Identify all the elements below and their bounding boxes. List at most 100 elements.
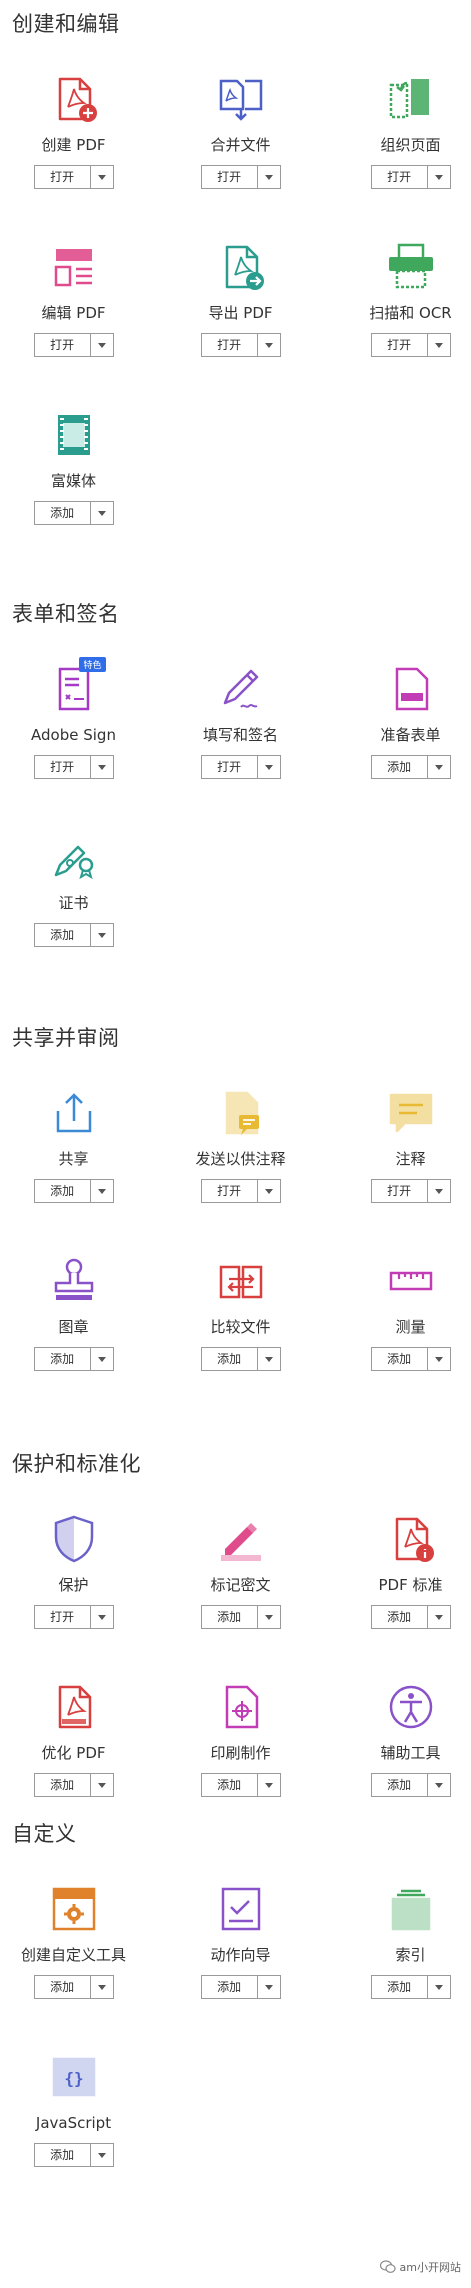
tool-card[interactable]: 编辑 PDF 打开 [0,241,152,357]
rich-media-icon[interactable] [48,409,100,461]
chevron-down-icon[interactable] [256,1773,281,1797]
chevron-down-icon[interactable] [426,333,451,357]
add-button[interactable]: 添加 [370,755,427,779]
add-button[interactable]: 添加 [33,1773,90,1797]
open-button[interactable]: 打开 [370,1179,427,1203]
chevron-down-icon[interactable] [89,1773,114,1797]
tool-card[interactable]: 索引 添加 [332,1883,471,1999]
add-button[interactable]: 添加 [200,1773,257,1797]
tool-card[interactable]: 合并文件 打开 [162,73,319,189]
comment-icon[interactable] [385,1087,437,1139]
measure-icon[interactable] [385,1255,437,1307]
accessibility-icon[interactable] [385,1681,437,1733]
chevron-down-icon[interactable] [89,1975,114,1999]
send-comments-icon[interactable] [215,1087,267,1139]
open-button[interactable]: 打开 [200,333,257,357]
adobe-sign-icon[interactable]: 特色 [48,657,106,715]
tool-card[interactable]: 标记密文 添加 [162,1513,319,1629]
chevron-down-icon[interactable] [89,1605,114,1629]
tool-card[interactable]: 测量 添加 [332,1255,471,1371]
chevron-down-icon[interactable] [89,1347,114,1371]
tool-card[interactable]: 创建 PDF 打开 [0,73,152,189]
open-button[interactable]: 打开 [200,165,257,189]
add-button[interactable]: 添加 [200,1347,257,1371]
tool-card[interactable]: 保护 打开 [0,1513,152,1629]
add-button[interactable]: 添加 [370,1975,427,1999]
chevron-down-icon[interactable] [256,755,281,779]
chevron-down-icon[interactable] [256,1605,281,1629]
compare-files-icon[interactable] [215,1255,267,1307]
add-button[interactable]: 添加 [33,923,90,947]
redact-icon[interactable] [215,1513,267,1565]
add-button[interactable]: 添加 [370,1605,427,1629]
chevron-down-icon[interactable] [426,1773,451,1797]
tool-card[interactable]: PDF 标准 添加 [332,1513,471,1629]
pdf-standards-icon[interactable] [385,1513,437,1565]
add-button[interactable]: 添加 [200,1975,257,1999]
certificate-icon[interactable] [48,831,100,883]
chevron-down-icon[interactable] [89,501,114,525]
chevron-down-icon[interactable] [256,333,281,357]
share-icon[interactable] [48,1087,100,1139]
add-button[interactable]: 添加 [33,1347,90,1371]
chevron-down-icon[interactable] [256,1179,281,1203]
chevron-down-icon[interactable] [89,923,114,947]
fill-sign-icon[interactable] [215,663,267,715]
open-button[interactable]: 打开 [33,333,90,357]
tool-card[interactable]: 注释 打开 [332,1087,471,1203]
add-button[interactable]: 添加 [33,1179,90,1203]
scan-ocr-icon[interactable] [385,241,437,293]
tool-card[interactable]: 组织页面 打开 [332,73,471,189]
tool-card[interactable]: 准备表单 添加 [332,663,471,779]
open-button[interactable]: 打开 [200,1179,257,1203]
print-production-icon[interactable] [215,1681,267,1733]
chevron-down-icon[interactable] [89,1179,114,1203]
export-pdf-icon[interactable] [215,241,267,293]
javascript-icon[interactable]: {} [48,2051,100,2103]
tool-card[interactable]: 导出 PDF 打开 [162,241,319,357]
action-wizard-icon[interactable] [215,1883,267,1935]
chevron-down-icon[interactable] [89,2143,114,2167]
index-icon[interactable] [385,1883,437,1935]
chevron-down-icon[interactable] [89,755,114,779]
organize-pages-icon[interactable] [385,73,437,125]
open-button[interactable]: 打开 [370,165,427,189]
add-button[interactable]: 添加 [200,1605,257,1629]
tool-card[interactable]: 印刷制作 添加 [162,1681,319,1797]
add-button[interactable]: 添加 [370,1773,427,1797]
tool-card[interactable]: 优化 PDF 添加 [0,1681,152,1797]
edit-pdf-icon[interactable] [48,241,100,293]
custom-tool-icon[interactable] [48,1883,100,1935]
chevron-down-icon[interactable] [256,165,281,189]
tool-card[interactable]: 特色 Adobe Sign 打开 [0,657,152,779]
add-button[interactable]: 添加 [370,1347,427,1371]
chevron-down-icon[interactable] [426,755,451,779]
tool-card[interactable]: 动作向导 添加 [162,1883,319,1999]
optimize-pdf-icon[interactable] [48,1681,100,1733]
add-button[interactable]: 添加 [33,1975,90,1999]
tool-card[interactable]: 扫描和 OCR 打开 [332,241,471,357]
chevron-down-icon[interactable] [256,1975,281,1999]
chevron-down-icon[interactable] [89,165,114,189]
chevron-down-icon[interactable] [426,165,451,189]
open-button[interactable]: 打开 [33,755,90,779]
tool-card[interactable]: 图章 添加 [0,1255,152,1371]
chevron-down-icon[interactable] [426,1347,451,1371]
tool-card[interactable]: 共享 添加 [0,1087,152,1203]
tool-card[interactable]: 填写和签名 打开 [162,663,319,779]
chevron-down-icon[interactable] [426,1605,451,1629]
open-button[interactable]: 打开 [200,755,257,779]
tool-card[interactable]: {} JavaScript 添加 [0,2051,152,2167]
tool-card[interactable]: 富媒体 添加 [0,409,152,525]
combine-files-icon[interactable] [215,73,267,125]
chevron-down-icon[interactable] [89,333,114,357]
stamp-icon[interactable] [48,1255,100,1307]
tool-card[interactable]: 创建自定义工具 添加 [0,1883,152,1999]
tool-card[interactable]: 发送以供注释 打开 [162,1087,319,1203]
create-pdf-icon[interactable] [48,73,100,125]
chevron-down-icon[interactable] [256,1347,281,1371]
tool-card[interactable]: 证书 添加 [0,831,152,947]
add-button[interactable]: 添加 [33,501,90,525]
open-button[interactable]: 打开 [33,165,90,189]
tool-card[interactable]: 比较文件 添加 [162,1255,319,1371]
